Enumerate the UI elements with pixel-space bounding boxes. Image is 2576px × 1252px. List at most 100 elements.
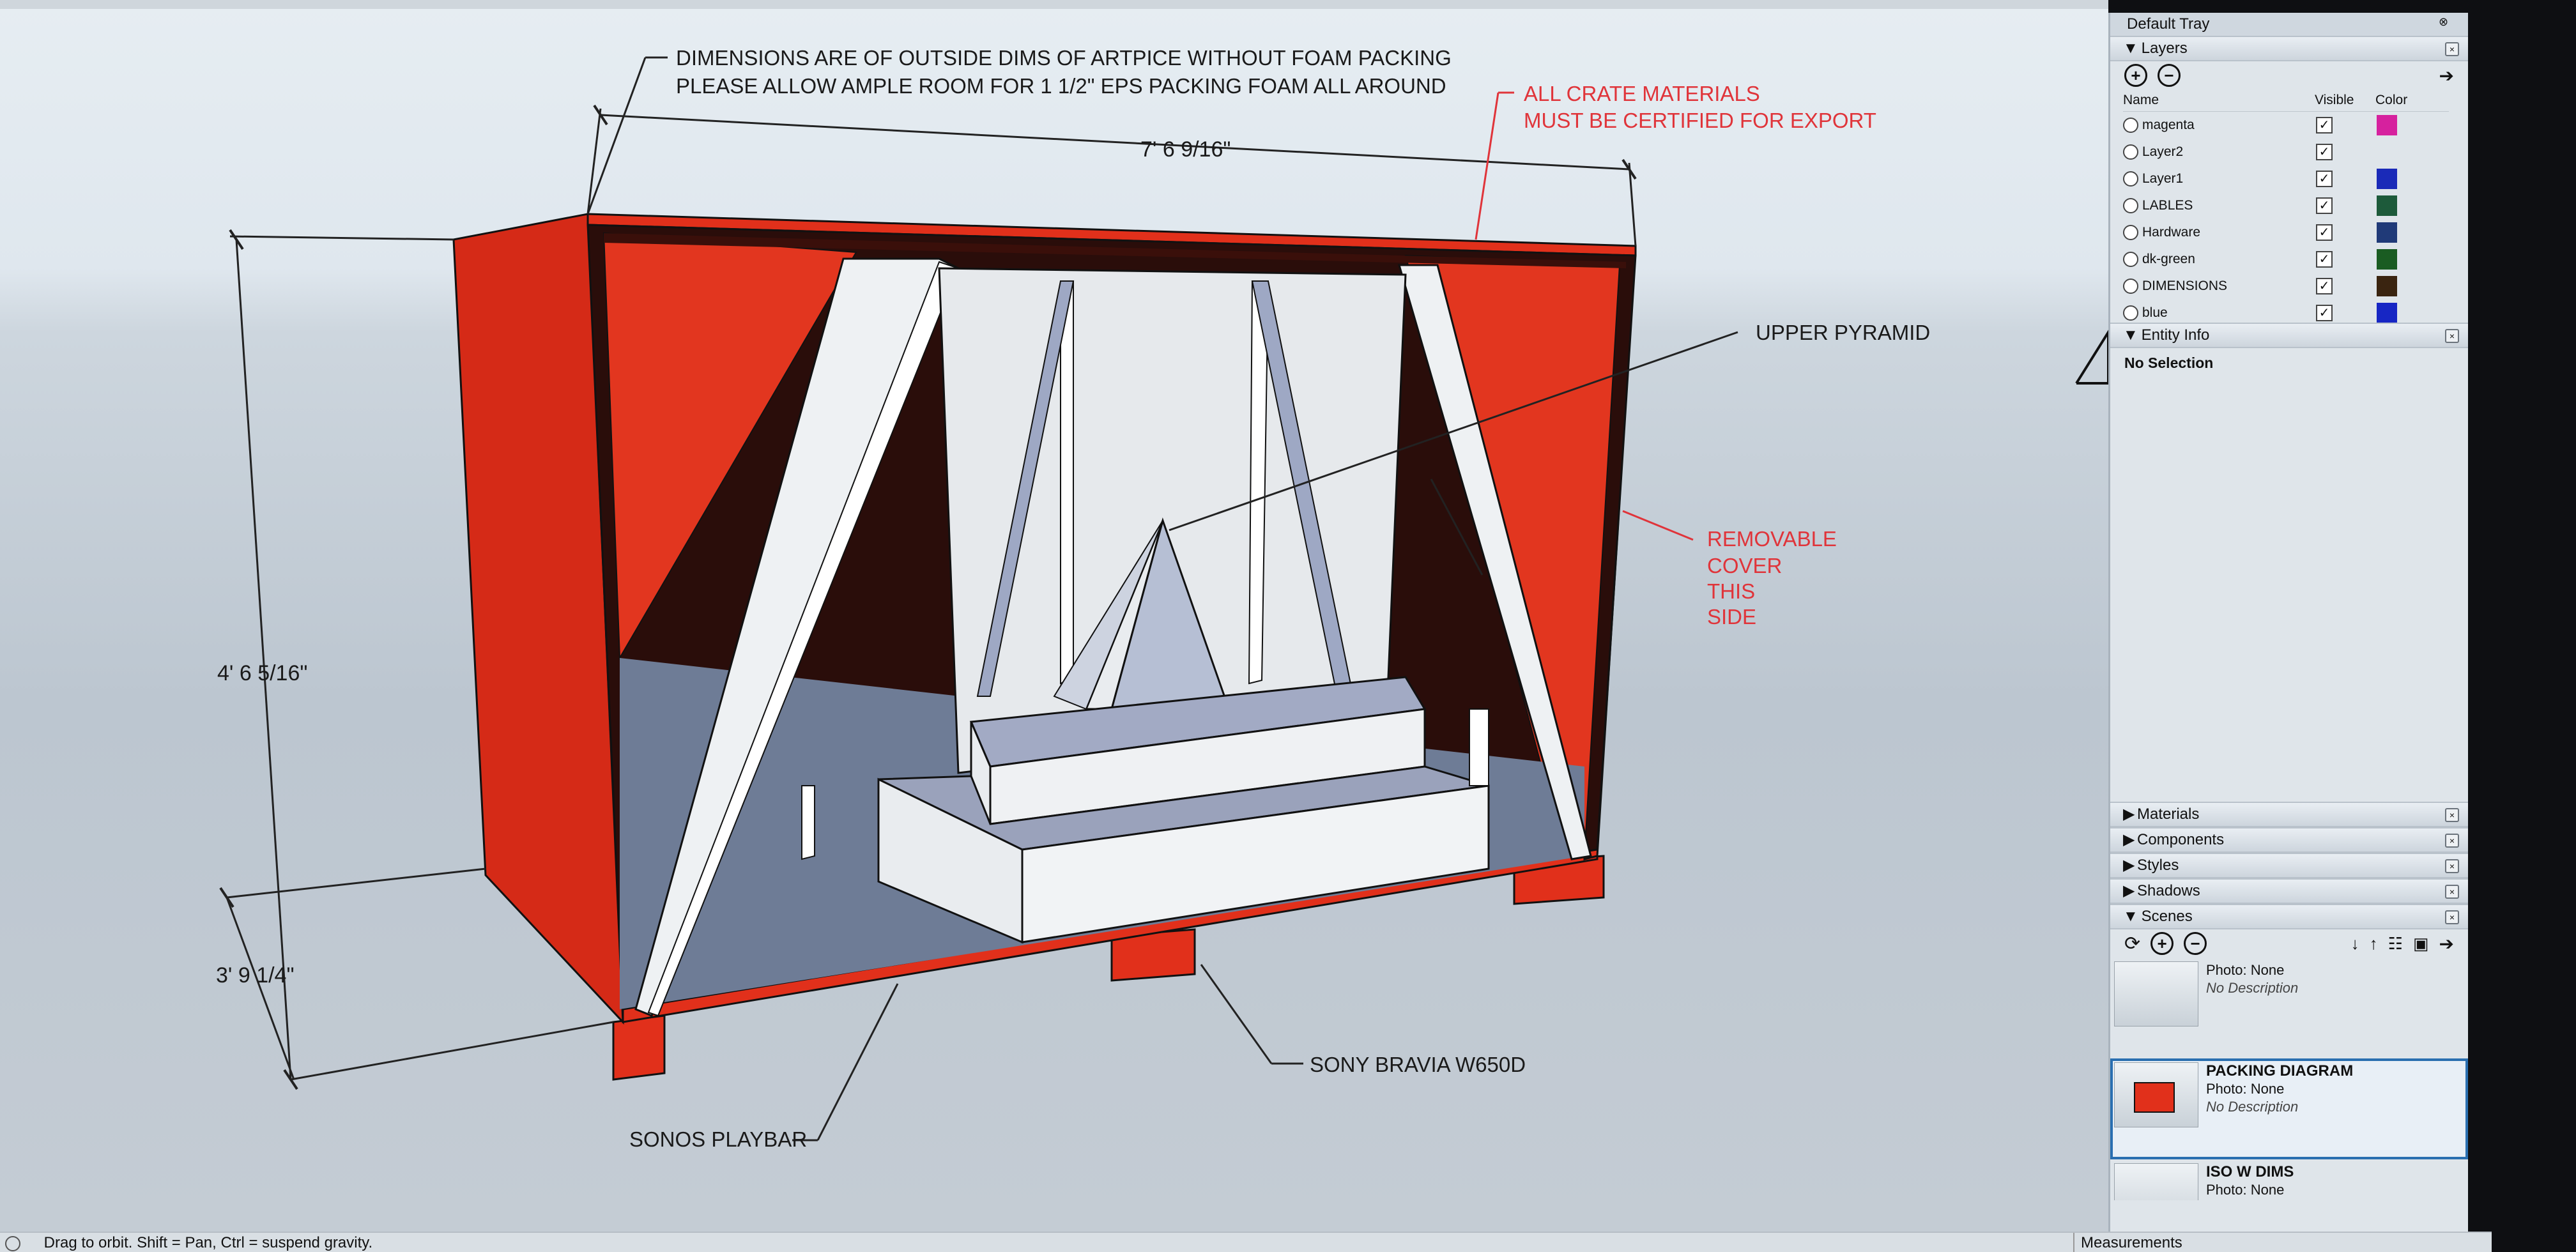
layer-row[interactable]: Layer1 ✓: [2123, 165, 2449, 192]
active-layer-radio[interactable]: [2123, 198, 2138, 213]
layer-color-swatch[interactable]: [2377, 115, 2397, 135]
layer-visible-checkbox[interactable]: ✓: [2316, 305, 2333, 321]
default-tray: Default Tray ⊗ ▼ Layers × + − ➔ Name Vis…: [2108, 13, 2468, 1232]
model-viewport[interactable]: DIMENSIONS ARE OF OUTSIDE DIMS OF ARTPIC…: [0, 0, 2108, 1232]
col-color[interactable]: Color: [2375, 89, 2414, 111]
scene-thumbnail: [2114, 961, 2198, 1027]
scenes-panel-header[interactable]: ▼ Scenes ×: [2110, 904, 2468, 929]
crate-foot-front: [612, 1014, 666, 1081]
layer-color-swatch[interactable]: [2377, 249, 2397, 270]
view-options-icon[interactable]: ☷: [2388, 934, 2403, 954]
layer-row[interactable]: Layer2 ✓: [2123, 139, 2449, 165]
height-dimension: 4' 6 5/16": [217, 661, 307, 685]
close-icon[interactable]: ×: [2445, 808, 2459, 822]
measurements-label: Measurements: [2073, 1233, 2182, 1252]
layer-color-swatch[interactable]: [2377, 195, 2397, 216]
removable-cover-label-1: REMOVABLE: [1707, 527, 1837, 551]
layer-visible-checkbox[interactable]: ✓: [2316, 224, 2333, 241]
active-layer-radio[interactable]: [2123, 252, 2138, 267]
layer-color-swatch[interactable]: [2377, 303, 2397, 323]
scene-thumbnail: [2114, 1163, 2198, 1200]
active-layer-radio[interactable]: [2123, 118, 2138, 133]
active-layer-radio[interactable]: [2123, 144, 2138, 160]
active-layer-radio[interactable]: [2123, 305, 2138, 321]
scene-item[interactable]: Photo: None No Description: [2110, 958, 2468, 1058]
layer-name[interactable]: dk-green: [2142, 252, 2316, 267]
scene-details-icon[interactable]: ➔: [2439, 933, 2454, 954]
close-icon[interactable]: ×: [2445, 42, 2459, 56]
panel-header-components[interactable]: ▶ Components ×: [2110, 827, 2468, 853]
tray-title: Default Tray ⊗: [2110, 13, 2468, 36]
scenes-toolbar: ⟳ + − ↓ ↑ ☷ ▣ ➔: [2110, 929, 2468, 958]
layer-name[interactable]: Layer2: [2142, 144, 2316, 160]
layer-name[interactable]: magenta: [2142, 118, 2316, 133]
move-scene-up-icon[interactable]: ↑: [2370, 934, 2378, 954]
collapse-arrow-icon: ▼: [2123, 40, 2138, 57]
col-visible[interactable]: Visible: [2315, 89, 2375, 111]
status-hint: Drag to orbit. Shift = Pan, Ctrl = suspe…: [43, 1234, 373, 1251]
layer-color-swatch[interactable]: [2377, 169, 2397, 189]
layers-toolbar: + − ➔: [2110, 61, 2468, 89]
layer-name[interactable]: LABLES: [2142, 198, 2316, 213]
add-layer-icon[interactable]: +: [2124, 64, 2147, 87]
crate-note-line2: MUST BE CERTIFIED FOR EXPORT: [1524, 109, 1876, 132]
layer-visible-checkbox[interactable]: ✓: [2316, 251, 2333, 268]
layer-row[interactable]: DIMENSIONS ✓: [2123, 273, 2449, 300]
scenes-list: Photo: None No Description PACKING DIAGRAM…: [2110, 958, 2468, 1200]
layer-visible-checkbox[interactable]: ✓: [2316, 278, 2333, 294]
layer-row[interactable]: LABLES ✓: [2123, 192, 2449, 219]
entity-info-title: Entity Info: [2141, 326, 2210, 344]
update-scene-icon[interactable]: ⟳: [2124, 933, 2140, 955]
scene-item[interactable]: ISO W DIMS Photo: NoneNo Description: [2110, 1159, 2468, 1200]
layer-details-icon[interactable]: ➔: [2439, 65, 2454, 86]
scene-photo: Photo: None: [2206, 1182, 2285, 1198]
scene-item[interactable]: PACKING DIAGRAM Photo: None No Description: [2110, 1058, 2468, 1159]
active-layer-radio[interactable]: [2123, 279, 2138, 294]
layer-row[interactable]: magenta ✓: [2123, 112, 2449, 139]
scene-photo: Photo: None: [2206, 1081, 2285, 1097]
sony-label: SONY BRAVIA W650D: [1310, 1053, 1526, 1076]
pin-icon[interactable]: ⊗: [2439, 16, 2449, 27]
active-layer-radio[interactable]: [2123, 171, 2138, 187]
active-layer-radio[interactable]: [2123, 225, 2138, 240]
layer-visible-checkbox[interactable]: ✓: [2316, 144, 2333, 160]
layer-visible-checkbox[interactable]: ✓: [2316, 117, 2333, 134]
move-scene-down-icon[interactable]: ↓: [2351, 934, 2359, 954]
layer-name[interactable]: DIMENSIONS: [2142, 279, 2316, 294]
layer-name[interactable]: Hardware: [2142, 225, 2316, 240]
layers-panel-header[interactable]: ▼ Layers ×: [2110, 36, 2468, 61]
layers-list: magenta ✓ Layer2 ✓ Layer1 ✓ LABLES ✓ Hardware ✓ dk…: [2110, 112, 2468, 323]
add-scene-icon[interactable]: +: [2150, 932, 2174, 955]
layer-color-swatch[interactable]: [2377, 222, 2397, 243]
foam-divider-1: [1060, 280, 1074, 685]
geolocation-icon[interactable]: [5, 1235, 20, 1251]
panel-header-materials[interactable]: ▶ Materials ×: [2110, 802, 2468, 827]
layer-row[interactable]: Hardware ✓: [2123, 219, 2449, 246]
layer-color-swatch[interactable]: [2377, 276, 2397, 296]
depth-dimension: 3' 9 1/4": [216, 963, 295, 988]
remove-layer-icon[interactable]: −: [2158, 64, 2181, 87]
close-icon[interactable]: ×: [2445, 859, 2459, 873]
sonos-label: SONOS PLAYBAR: [629, 1127, 807, 1151]
close-icon[interactable]: ×: [2445, 910, 2459, 924]
expand-arrow-icon: ▶: [2123, 805, 2135, 823]
remove-scene-icon[interactable]: −: [2184, 932, 2207, 955]
scene-thumbnail-icon[interactable]: ▣: [2413, 934, 2429, 954]
entity-info-panel-header[interactable]: ▼ Entity Info ×: [2110, 323, 2468, 348]
upper-pyramid-label: UPPER PYRAMID: [1756, 321, 1930, 344]
layer-visible-checkbox[interactable]: ✓: [2316, 197, 2333, 214]
scene-name: PACKING DIAGRAM: [2206, 1062, 2354, 1080]
panel-header-styles[interactable]: ▶ Styles ×: [2110, 853, 2468, 878]
scene-name: ISO W DIMS: [2206, 1163, 2294, 1180]
layer-name[interactable]: Layer1: [2142, 171, 2316, 187]
layer-row[interactable]: dk-green ✓: [2123, 246, 2449, 273]
panel-header-shadows[interactable]: ▶ Shadows ×: [2110, 878, 2468, 904]
close-icon[interactable]: ×: [2445, 885, 2459, 899]
layer-visible-checkbox[interactable]: ✓: [2316, 171, 2333, 187]
layer-color-swatch[interactable]: [2377, 142, 2397, 162]
col-name[interactable]: Name: [2123, 89, 2315, 111]
layer-row[interactable]: blue ✓: [2123, 300, 2449, 323]
layer-name[interactable]: blue: [2142, 305, 2316, 321]
close-icon[interactable]: ×: [2445, 329, 2459, 343]
close-icon[interactable]: ×: [2445, 834, 2459, 848]
